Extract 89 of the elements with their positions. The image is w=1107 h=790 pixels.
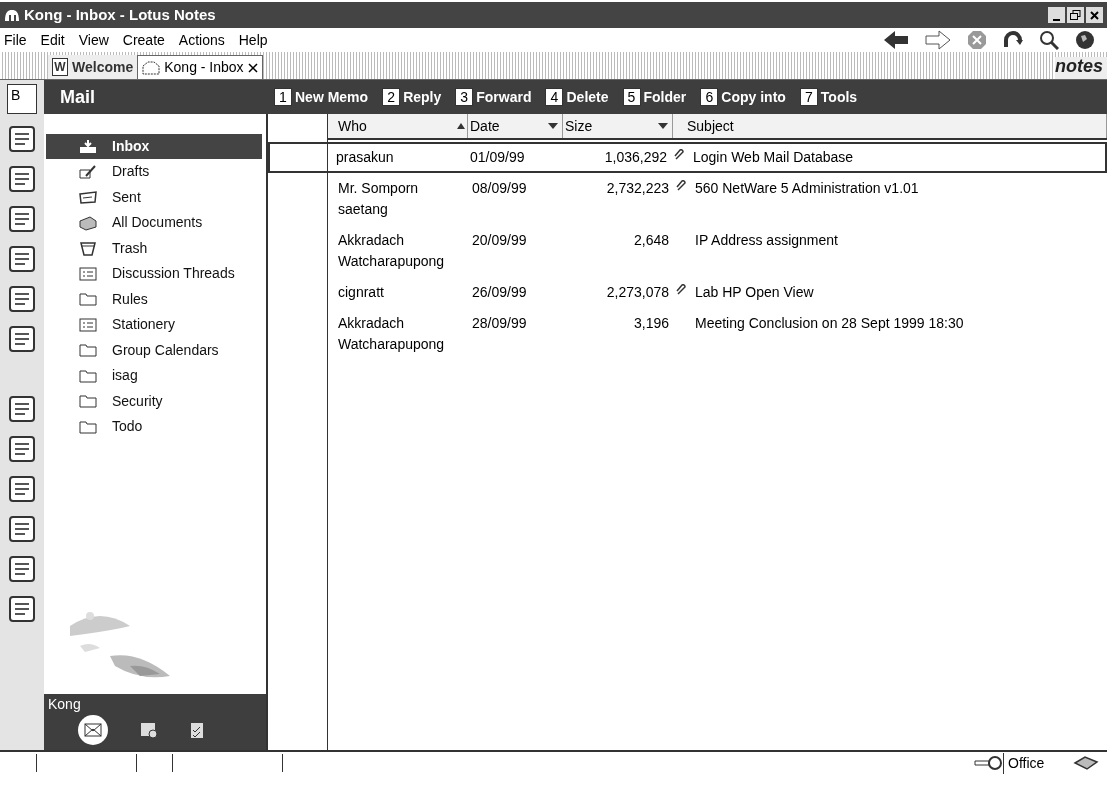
table-row[interactable]: Mr. Somporn saetang 08/09/99 2,732,223 560 NetWare 5 Administration v1.01 bbox=[328, 173, 1107, 225]
user-name: Kong bbox=[48, 695, 82, 714]
column-header[interactable]: Subject bbox=[673, 114, 1107, 138]
table-cell-text: 26/09/99 bbox=[471, 283, 528, 302]
calendar-icon[interactable] bbox=[140, 721, 158, 739]
table-cell-text: Akkradach Watcharapupong bbox=[337, 231, 446, 271]
table-cell-text: Mr. Somporn saetang bbox=[337, 179, 420, 219]
mail-title: Mail bbox=[59, 85, 96, 109]
sent-icon bbox=[78, 189, 98, 206]
tab[interactable]: Kong - Inbox bbox=[137, 55, 263, 79]
search-icon[interactable] bbox=[1039, 30, 1059, 50]
table-row[interactable]: cignratt 26/09/99 2,273,078 Lab HP Open View bbox=[328, 277, 1107, 308]
mail-button[interactable] bbox=[78, 715, 108, 745]
navigator-item[interactable]: isag bbox=[46, 363, 262, 389]
navigator-item[interactable]: Security bbox=[46, 388, 262, 414]
table-cell-text: Meeting Conclusion on 28 Sept 1999 18:30 bbox=[695, 314, 965, 333]
table-cell-text: cignratt bbox=[337, 283, 385, 302]
close-button[interactable] bbox=[1086, 7, 1103, 23]
table-cell-text: IP Address assignment bbox=[695, 231, 839, 250]
table-cell-text: 2,732,223 bbox=[605, 179, 669, 198]
action-button[interactable]: 4 Delete bbox=[545, 86, 609, 108]
back-icon[interactable] bbox=[883, 30, 909, 50]
navigator-item[interactable]: Drafts bbox=[46, 159, 262, 185]
table-cell-text: 1,036,292 bbox=[603, 148, 667, 167]
table-cell-text: 560 NetWare 5 Administration v1.01 bbox=[695, 179, 920, 198]
action-button[interactable]: 5 Folder bbox=[622, 86, 687, 108]
sort-down-icon[interactable] bbox=[658, 123, 668, 129]
table-cell-text: 01/09/99 bbox=[469, 148, 526, 167]
navigator-item[interactable]: Stationery bbox=[46, 312, 262, 338]
clipboard-icon[interactable] bbox=[190, 721, 204, 739]
sort-down-icon[interactable] bbox=[548, 123, 558, 129]
key-icon[interactable] bbox=[973, 756, 1003, 770]
table-cell-text: 20/09/99 bbox=[471, 231, 528, 250]
table-cell-text: Login Web Mail Database bbox=[693, 148, 855, 167]
bookmark-icon[interactable]: B bbox=[7, 84, 37, 114]
table-cell-text: prasakun bbox=[335, 148, 395, 167]
restore-button[interactable] bbox=[1067, 7, 1084, 23]
close-icon[interactable] bbox=[247, 62, 258, 73]
table-cell-text: Lab HP Open View bbox=[695, 283, 815, 302]
navigator-item[interactable]: Discussion Threads bbox=[46, 261, 262, 287]
table-cell-text: 08/09/99 bbox=[471, 179, 528, 198]
drafts-icon bbox=[78, 163, 98, 180]
menu-item[interactable]: View bbox=[78, 29, 109, 51]
minimize-button[interactable] bbox=[1048, 7, 1065, 23]
envelope-icon bbox=[84, 723, 102, 737]
navigator-item[interactable]: Sent bbox=[46, 184, 262, 210]
stop-icon[interactable] bbox=[967, 30, 987, 50]
column-header[interactable]: Date bbox=[468, 114, 563, 138]
action-button[interactable]: 6 Copy into bbox=[700, 86, 786, 108]
table-cell-text: 2,648 bbox=[632, 231, 669, 250]
action-button[interactable]: 3 Forward bbox=[455, 86, 532, 108]
close-icon bbox=[1090, 10, 1099, 20]
navigator-item[interactable]: Inbox bbox=[46, 134, 262, 159]
list-icon bbox=[78, 316, 98, 333]
documents-icon bbox=[78, 214, 98, 231]
menu-item[interactable]: Actions bbox=[178, 29, 225, 51]
action-button[interactable]: 1 New Memo bbox=[274, 86, 369, 108]
table-row[interactable]: prasakun 01/09/99 1,036,292 Login Web Mail Database bbox=[268, 142, 1107, 173]
action-button[interactable]: 7 Tools bbox=[799, 86, 858, 108]
column-header[interactable]: Who bbox=[328, 114, 468, 138]
restore-icon bbox=[1070, 10, 1081, 20]
window-title: Kong - Inbox - Lotus Notes bbox=[24, 4, 216, 25]
forward-icon[interactable] bbox=[925, 30, 951, 50]
navigator-item[interactable]: Group Calendars bbox=[46, 337, 262, 363]
tab[interactable]: W Welcome bbox=[48, 55, 138, 79]
table-row[interactable]: Akkradach Watcharapupong 20/09/99 2,648 IP Address assignment bbox=[328, 225, 1107, 277]
menu-item[interactable]: Create bbox=[122, 29, 165, 51]
trash-icon bbox=[78, 240, 98, 257]
table-row[interactable]: Akkradach Watcharapupong 28/09/99 3,196 Meeting Conclusion on 28 Sept 1999 18:30 bbox=[328, 308, 1107, 360]
column-header[interactable]: Size bbox=[563, 114, 673, 138]
sort-up-icon[interactable] bbox=[457, 123, 465, 129]
action-button[interactable]: 2 Reply bbox=[382, 86, 442, 108]
navigator-item[interactable]: All Documents bbox=[46, 210, 262, 236]
table-cell-text: 3,196 bbox=[632, 314, 669, 333]
location-label[interactable]: Office bbox=[1003, 752, 1073, 774]
table-cell-text: Akkradach Watcharapupong bbox=[337, 314, 446, 354]
navigator-item[interactable]: Trash bbox=[46, 235, 262, 261]
list-icon bbox=[78, 265, 98, 282]
refresh-icon[interactable] bbox=[1003, 31, 1023, 49]
menu-item[interactable]: Help bbox=[238, 29, 268, 51]
menu-item[interactable]: File bbox=[4, 29, 27, 51]
navigator-item[interactable]: Todo bbox=[46, 414, 262, 440]
notes-logo: notes bbox=[1055, 57, 1107, 79]
navigator-item[interactable]: Rules bbox=[46, 286, 262, 312]
welcome-icon: W bbox=[52, 58, 68, 76]
table-cell-text: 28/09/99 bbox=[471, 314, 528, 333]
menu-item[interactable]: Edit bbox=[40, 29, 65, 51]
app-icon bbox=[4, 8, 20, 22]
table-cell-text: 2,273,078 bbox=[605, 283, 669, 302]
